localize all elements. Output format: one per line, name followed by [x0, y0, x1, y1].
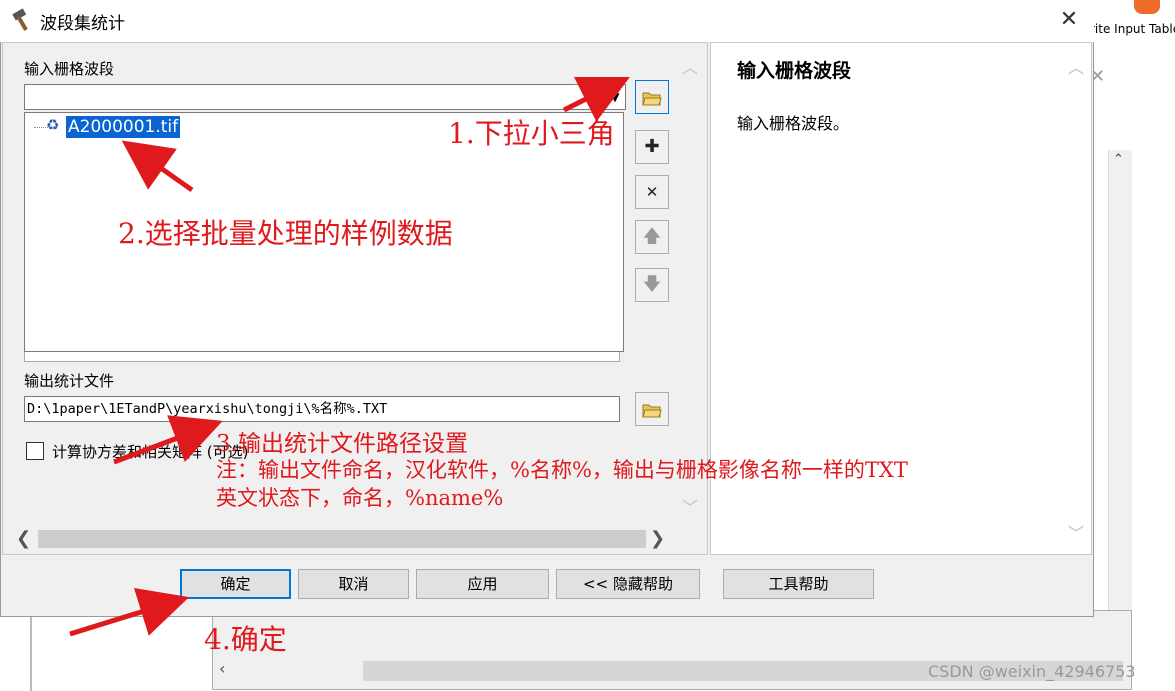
annotation-step2: 2.选择批量处理的样例数据	[118, 217, 453, 250]
arrow-to-dropdown	[562, 77, 630, 122]
annotation-arrows	[69, 77, 630, 637]
annotation-note1: 注：输出文件命名，汉化软件，%名称%，输出与栅格影像名称一样的TXT	[216, 458, 908, 482]
annotation-step1: 1.下拉小三角	[448, 117, 615, 150]
annotation-step3: 3.输出统计文件路径设置	[216, 431, 468, 457]
arrow-to-ok-button	[69, 588, 190, 637]
arrow-to-output-field	[113, 415, 223, 465]
arrow-to-list-item	[121, 140, 194, 193]
annotation-step4: 4.确定	[204, 623, 287, 656]
watermark: CSDN @weixin_42946753	[928, 662, 1136, 681]
annotation-note2: 英文状态下，命名，%name%	[216, 486, 504, 510]
